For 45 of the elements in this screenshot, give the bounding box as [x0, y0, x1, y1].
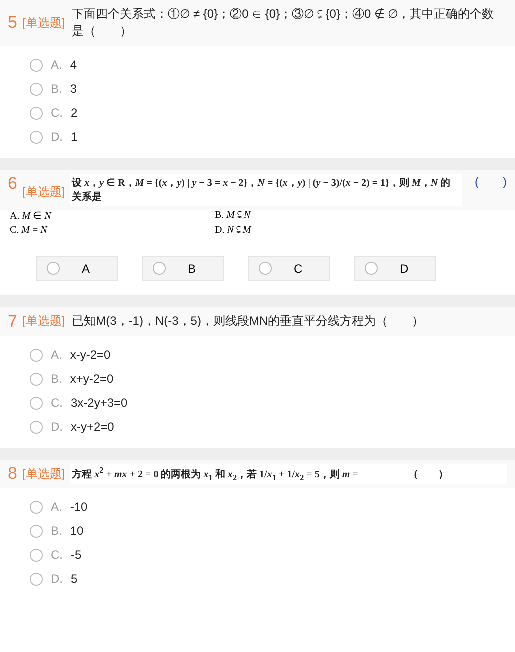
question-text: 设 x，y ∈ R，M = {(x，y) | y − 3 = x − 2}，N = {(x，y) | (y − 3)/(x − 2) = 1}，则 M，N 的关系是: [70, 174, 462, 206]
radio-button[interactable]: [30, 524, 43, 538]
answer-button[interactable]: B: [142, 256, 224, 281]
question-number: 8: [8, 464, 18, 484]
answer-option[interactable]: D. 5: [30, 572, 78, 586]
answer-option[interactable]: C. -5: [30, 548, 82, 562]
radio-button[interactable]: [30, 82, 43, 96]
radio-button[interactable]: [30, 348, 43, 362]
radio-button[interactable]: [30, 58, 43, 72]
radio-button[interactable]: [30, 372, 43, 386]
question-number: 6: [8, 174, 18, 194]
answer-blank: ( ): [475, 174, 507, 191]
answer-button[interactable]: D: [354, 256, 436, 281]
answer-option[interactable]: D. 1: [30, 130, 78, 144]
radio-button[interactable]: [30, 420, 43, 434]
choice-text: B. M ⫋ N: [215, 210, 252, 222]
answer-option[interactable]: D. x-y+2=0: [30, 420, 114, 434]
radio-button[interactable]: [30, 500, 43, 514]
question-text: 已知M(3，-1)，N(-3，5)，则线段MN的垂直平分线方程为（ ）: [71, 313, 426, 330]
answer-option[interactable]: C. 3x-2y+3=0: [30, 396, 128, 410]
answer-button[interactable]: C: [248, 256, 330, 281]
question-text: 方程 x$^{2}$ + mx + 2 = 0 的两根为 x$_{1}$ 和 x$_{2}$，若 1/x$_{1}$ + 1/x$_{2}$ = 5，则 m = （ ）: [70, 464, 507, 484]
radio-button[interactable]: [30, 572, 43, 586]
question-number: 7: [8, 312, 18, 332]
question-type: [单选题]: [22, 184, 66, 201]
choice-text: A. M ∈ N: [10, 210, 53, 222]
answer-option[interactable]: A. -10: [30, 500, 88, 514]
question-type: [单选题]: [22, 14, 66, 32]
choice-text: C. M = N: [10, 225, 49, 236]
choice-text: D. N ⫋ M: [215, 225, 252, 236]
answer-option[interactable]: B. 3: [30, 82, 78, 96]
radio-button[interactable]: [30, 548, 43, 562]
answer-button[interactable]: A: [36, 256, 118, 281]
question-type: [单选题]: [22, 466, 66, 483]
answer-option[interactable]: A. x-y-2=0: [30, 348, 111, 362]
radio-button[interactable]: [30, 130, 43, 144]
question-text: 下面四个关系式：①∅ ≠ {0}；②0 ∈ {0}；③∅ ⫋ {0}；④0 ∉ ∅，其中正确的个数是（ ）: [71, 6, 495, 40]
radio-button[interactable]: [30, 396, 43, 410]
answer-option[interactable]: C. 2: [30, 106, 78, 120]
radio-button[interactable]: [30, 106, 43, 120]
question-type: [单选题]: [22, 313, 66, 330]
answer-option[interactable]: B. 10: [30, 524, 84, 538]
question-number: 5: [8, 13, 18, 33]
answer-option[interactable]: A. 4: [30, 58, 78, 72]
answer-option[interactable]: B. x+y-2=0: [30, 372, 114, 386]
